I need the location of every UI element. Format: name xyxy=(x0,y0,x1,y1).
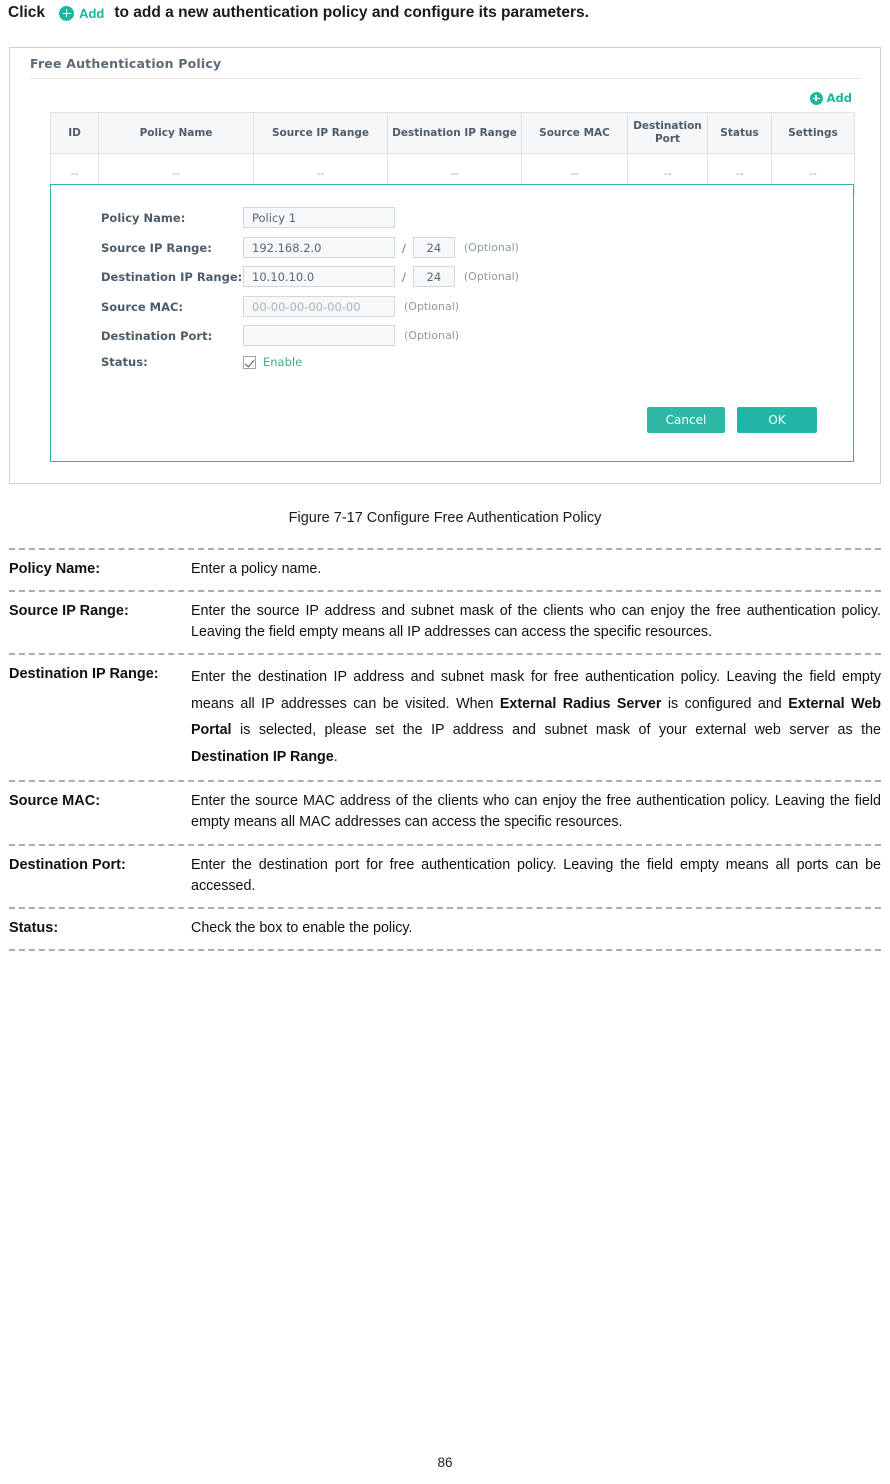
intro-click-word: Click xyxy=(8,4,46,21)
page-number: 86 xyxy=(437,1455,453,1470)
divider xyxy=(9,949,881,951)
definition-row-source-ip-range: Source IP Range: Enter the source IP add… xyxy=(9,592,881,653)
divider xyxy=(9,653,881,656)
screenshot-panel: Free Authentication Policy Add ID Policy… xyxy=(9,47,881,484)
table-header-row: ID Policy Name Source IP Range Destinati… xyxy=(50,111,855,155)
label-destination-port: Destination Port: xyxy=(101,328,213,343)
destination-ip-slash: / xyxy=(402,269,406,284)
intro-line: Click Add to add a new authentication po… xyxy=(8,4,589,22)
source-mac-optional-hint: (Optional) xyxy=(404,300,460,313)
add-policy-label: Add xyxy=(826,91,852,105)
term-status: Status: xyxy=(9,919,59,936)
destination-ip-optional-hint: (Optional) xyxy=(463,270,519,283)
term-destination-ip-range: Destination IP Range: xyxy=(9,666,159,683)
definition-row-destination-port: Destination Port: Enter the destination … xyxy=(9,846,881,907)
label-source-mac: Source MAC: xyxy=(101,299,184,314)
definition-row-destination-ip-range: Destination IP Range: Enter the destinat… xyxy=(9,655,881,780)
col-policy-name: Policy Name xyxy=(98,111,254,155)
label-status: Status: xyxy=(101,355,148,369)
source-ip-optional-hint: (Optional) xyxy=(463,241,519,254)
col-destination-port: Destination Port xyxy=(627,111,708,155)
cancel-button[interactable]: Cancel xyxy=(647,407,725,433)
definition-row-source-mac: Source MAC: Enter the source MAC address… xyxy=(9,782,881,843)
term-destination-port: Destination Port: xyxy=(9,856,126,873)
status-enable-checkbox[interactable]: Enable xyxy=(243,355,302,369)
divider xyxy=(9,780,881,783)
label-policy-name: Policy Name: xyxy=(101,210,186,225)
divider xyxy=(9,548,881,550)
col-source-ip-range: Source IP Range xyxy=(253,111,388,155)
divider xyxy=(9,590,881,593)
parameter-definition-table: Policy Name: Enter a policy name. Source… xyxy=(9,548,881,951)
source-mac-input[interactable]: 00-00-00-00-00-00 xyxy=(243,296,395,317)
ok-button[interactable]: OK xyxy=(737,407,817,433)
inline-add-button[interactable]: Add xyxy=(59,5,105,21)
panel-divider xyxy=(30,78,862,79)
plus-icon xyxy=(809,91,823,105)
desc-destination-port: Enter the destination port for free auth… xyxy=(191,856,881,894)
destination-port-input[interactable] xyxy=(243,325,395,346)
term-source-mac: Source MAC: xyxy=(9,793,101,810)
figure-caption: Figure 7-17 Configure Free Authenticatio… xyxy=(288,510,602,526)
term-policy-name: Policy Name: xyxy=(9,561,101,577)
panel-title: Free Authentication Policy xyxy=(30,56,222,71)
definition-row-policy-name: Policy Name: Enter a policy name. xyxy=(9,550,881,590)
term-source-ip-range: Source IP Range: xyxy=(9,603,129,620)
col-destination-ip-range: Destination IP Range xyxy=(387,111,522,155)
form-row-source-mac: Source MAC: 00-00-00-00-00-00 (Optional) xyxy=(101,296,459,317)
policy-table: ID Policy Name Source IP Range Destinati… xyxy=(50,111,855,196)
divider xyxy=(9,843,881,846)
label-destination-ip-range: Destination IP Range: xyxy=(101,269,243,284)
inline-add-label: Add xyxy=(79,5,105,21)
col-status: Status xyxy=(707,111,772,155)
label-source-ip-range: Source IP Range: xyxy=(101,240,212,255)
desc-policy-name: Enter a policy name. xyxy=(191,561,322,577)
plus-icon xyxy=(59,5,75,21)
destination-port-optional-hint: (Optional) xyxy=(404,329,460,342)
document-page: Click Add to add a new authentication po… xyxy=(0,0,890,1484)
source-ip-input[interactable]: 192.168.2.0 xyxy=(243,237,395,258)
desc-source-ip-range: Enter the source IP address and subnet m… xyxy=(191,603,881,641)
form-row-source-ip-range: Source IP Range: 192.168.2.0 / 24 (Optio… xyxy=(101,237,519,258)
destination-ip-input[interactable]: 10.10.10.0 xyxy=(243,266,395,287)
form-row-policy-name: Policy Name: Policy 1 xyxy=(101,207,395,228)
desc-destination-ip-range: Enter the destination IP address and sub… xyxy=(191,669,882,765)
col-settings: Settings xyxy=(771,111,855,155)
policy-name-input[interactable]: Policy 1 xyxy=(243,207,395,228)
policy-edit-form: Policy Name: Policy 1 Source IP Range: 1… xyxy=(50,184,854,462)
desc-status: Check the box to enable the policy. xyxy=(191,919,413,936)
add-policy-button[interactable]: Add xyxy=(809,91,852,105)
destination-ip-mask-input[interactable]: 24 xyxy=(412,266,455,287)
col-source-mac: Source MAC xyxy=(521,111,628,155)
intro-rest-text: to add a new authentication policy and c… xyxy=(114,4,589,21)
divider xyxy=(9,906,881,909)
source-ip-mask-input[interactable]: 24 xyxy=(412,237,455,258)
checkbox-checked-icon xyxy=(243,355,256,369)
desc-source-mac: Enter the source MAC address of the clie… xyxy=(191,793,881,831)
col-id: ID xyxy=(50,111,99,155)
form-row-destination-ip-range: Destination IP Range: 10.10.10.0 / 24 (O… xyxy=(101,266,519,287)
source-ip-slash: / xyxy=(402,240,406,255)
status-enable-label: Enable xyxy=(263,355,303,369)
form-row-status: Status: Enable xyxy=(101,355,302,369)
form-row-destination-port: Destination Port: (Optional) xyxy=(101,325,459,346)
definition-row-status: Status: Check the box to enable the poli… xyxy=(9,909,881,949)
